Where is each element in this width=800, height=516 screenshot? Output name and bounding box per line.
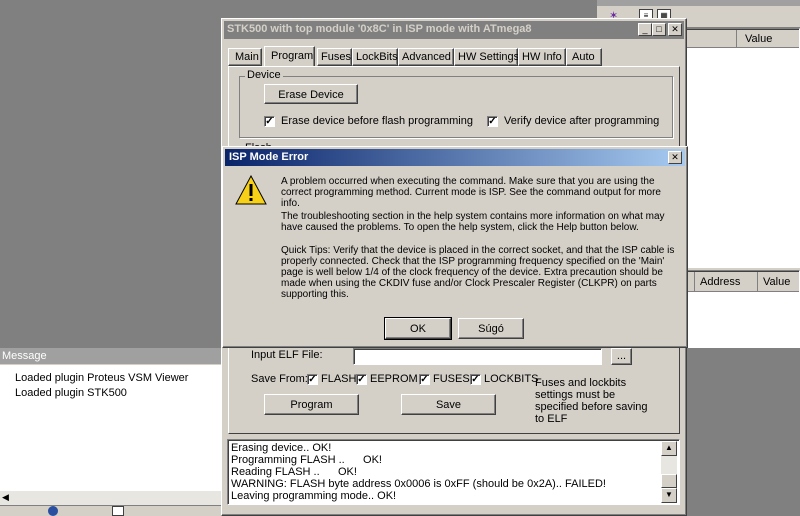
save-from-label: Save From: (251, 373, 308, 385)
program-elf-button[interactable]: Program (264, 394, 359, 415)
maximize-button[interactable]: □ (652, 23, 666, 36)
save-eeprom-checkbox[interactable]: ✓ (356, 374, 367, 385)
tab-auto[interactable]: Auto (566, 48, 602, 66)
dialog-message-1: A problem occurred when executing the co… (281, 176, 661, 209)
stk500-title: STK500 with top module '0x8C' in ISP mod… (227, 23, 532, 35)
fuses-note: Fuses and lockbits settings must be spec… (535, 377, 648, 425)
bottom-tab-strip (0, 505, 222, 516)
scroll-up-arrow-icon[interactable]: ▲ (661, 441, 677, 456)
tab-main[interactable]: Main (228, 48, 262, 66)
erase-device-button[interactable]: Erase Device (264, 84, 358, 104)
save-fuses-label: FUSES (433, 373, 470, 385)
tab-label: Auto (572, 51, 595, 63)
scroll-left-arrow-icon[interactable]: ◀ (2, 492, 9, 503)
column-divider (694, 272, 695, 292)
save-lockbits-label: LOCKBITS (484, 373, 539, 385)
column-header-value[interactable]: Value (745, 33, 772, 45)
erase-before-flash-label: Erase device before flash programming (281, 115, 473, 127)
tab-advanced[interactable]: Advanced (398, 48, 454, 66)
isp-error-dialog: ISP Mode Error ✕ A problem occurred when… (222, 146, 688, 348)
message-panel: Message Loaded plugin Proteus VSM Viewer… (0, 348, 222, 516)
tab-lockbits[interactable]: LockBits (352, 48, 398, 66)
tab-label: Fuses (321, 51, 351, 63)
tab-fuses[interactable]: Fuses (317, 48, 352, 66)
save-flash-label: FLASH (321, 373, 357, 385)
tab-icon[interactable] (48, 506, 58, 516)
save-flash-checkbox[interactable]: ✓ (307, 374, 318, 385)
tab-hw-info[interactable]: HW Info (518, 48, 566, 66)
tab-icon[interactable] (112, 506, 124, 516)
dialog-help-button[interactable]: Súgó (458, 318, 524, 339)
minimize-button[interactable]: _ (638, 23, 652, 36)
input-elf-label: Input ELF File: (251, 349, 323, 361)
log-line: Reading FLASH .. OK! (231, 466, 357, 478)
column-divider (757, 272, 758, 292)
message-line: Loaded plugin Proteus VSM Viewer (15, 372, 189, 384)
log-line: WARNING: FLASH byte address 0x0006 is 0x… (231, 478, 606, 490)
tab-program[interactable]: Program (264, 46, 315, 67)
log-line: Erasing device.. OK! (231, 442, 332, 454)
elf-browse-button[interactable]: ... (611, 348, 632, 365)
scroll-thumb[interactable] (661, 474, 677, 488)
save-lockbits-checkbox[interactable]: ✓ (470, 374, 481, 385)
elf-file-input[interactable] (353, 348, 602, 365)
scroll-down-arrow-icon[interactable]: ▼ (661, 488, 677, 503)
device-group-label: Device (245, 69, 283, 81)
warning-icon (235, 175, 267, 205)
verify-after-checkbox[interactable]: ✓ (487, 116, 498, 127)
dialog-title: ISP Mode Error (229, 151, 309, 163)
message-line: Loaded plugin STK500 (15, 387, 127, 399)
tab-label: HW Settings (458, 51, 520, 63)
tab-label: Advanced (402, 51, 451, 63)
tab-label: HW Info (522, 51, 562, 63)
output-log: Erasing device.. OK! Programming FLASH .… (227, 439, 680, 505)
column-header-value-2[interactable]: Value (763, 276, 790, 288)
erase-before-flash-checkbox[interactable]: ✓ (264, 116, 275, 127)
tab-label: Main (235, 51, 259, 63)
message-list: Loaded plugin Proteus VSM Viewer Loaded … (0, 365, 222, 491)
column-header-address[interactable]: Address (700, 276, 740, 288)
dialog-message-2: The troubleshooting section in the help … (281, 211, 665, 233)
close-button[interactable]: ✕ (668, 23, 682, 36)
message-panel-title: Message (0, 348, 222, 364)
log-line: Leaving programming mode.. OK! (231, 490, 397, 502)
dialog-ok-button[interactable]: OK (384, 317, 452, 340)
save-fuses-checkbox[interactable]: ✓ (419, 374, 430, 385)
stk500-titlebar: STK500 with top module '0x8C' in ISP mod… (224, 21, 684, 39)
log-line: Programming FLASH .. OK! (231, 454, 382, 466)
save-eeprom-label: EEPROM (370, 373, 418, 385)
message-hscrollbar[interactable]: ◀ (0, 491, 222, 505)
dialog-message-3: Quick Tips: Verify that the device is pl… (281, 245, 675, 300)
tab-label: LockBits (356, 51, 398, 63)
log-vscrollbar[interactable]: ▲ ▼ (661, 441, 677, 503)
dialog-titlebar: ISP Mode Error ✕ (225, 149, 685, 166)
tab-hw-settings[interactable]: HW Settings (454, 48, 520, 66)
dialog-close-button[interactable]: ✕ (668, 151, 682, 164)
column-divider (736, 30, 737, 48)
tab-label: Program (271, 50, 314, 62)
verify-after-label: Verify device after programming (504, 115, 660, 127)
tab-strip: Main Program Fuses LockBits Advanced HW … (228, 46, 684, 67)
save-elf-button[interactable]: Save (401, 394, 496, 415)
